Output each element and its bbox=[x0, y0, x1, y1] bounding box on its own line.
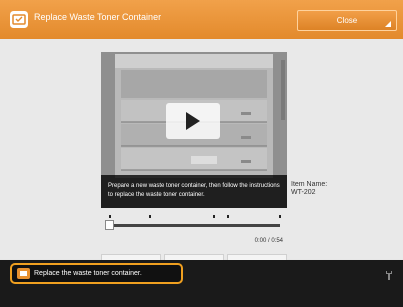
status-text: Replace the waste toner container. bbox=[34, 270, 142, 277]
seek-thumb[interactable] bbox=[105, 220, 114, 230]
toner-warning-icon bbox=[17, 268, 30, 279]
window-title: Replace Waste Toner Container bbox=[34, 12, 162, 22]
video-timeline: 0:00 / 0:54 bbox=[101, 210, 287, 248]
play-overlay-button[interactable] bbox=[166, 103, 220, 139]
corner-arrow-icon bbox=[385, 21, 391, 27]
wrench-icon[interactable] bbox=[384, 270, 394, 281]
close-button-label: Close bbox=[336, 16, 358, 25]
video-caption: Prepare a new waste toner container, the… bbox=[101, 175, 287, 208]
item-name-value: WT-202 bbox=[291, 189, 316, 196]
seek-bar[interactable] bbox=[109, 224, 280, 227]
status-message[interactable]: Replace the waste toner container. bbox=[10, 263, 183, 284]
title-bar: Replace Waste Toner Container Close bbox=[0, 0, 403, 39]
chapter-marker bbox=[227, 215, 229, 218]
time-display: 0:00 / 0:54 bbox=[254, 238, 283, 244]
replace-toner-icon bbox=[10, 11, 28, 28]
chapter-marker bbox=[279, 215, 281, 218]
play-icon bbox=[186, 112, 200, 130]
chapter-marker bbox=[213, 215, 215, 218]
item-name-info: Item Name: WT-202 bbox=[291, 181, 327, 197]
item-name-label: Item Name: bbox=[291, 181, 328, 188]
close-button[interactable]: Close bbox=[297, 10, 397, 31]
chapter-marker bbox=[149, 215, 151, 218]
chapter-marker bbox=[109, 215, 111, 218]
video-player[interactable]: Prepare a new waste toner container, the… bbox=[101, 52, 287, 208]
